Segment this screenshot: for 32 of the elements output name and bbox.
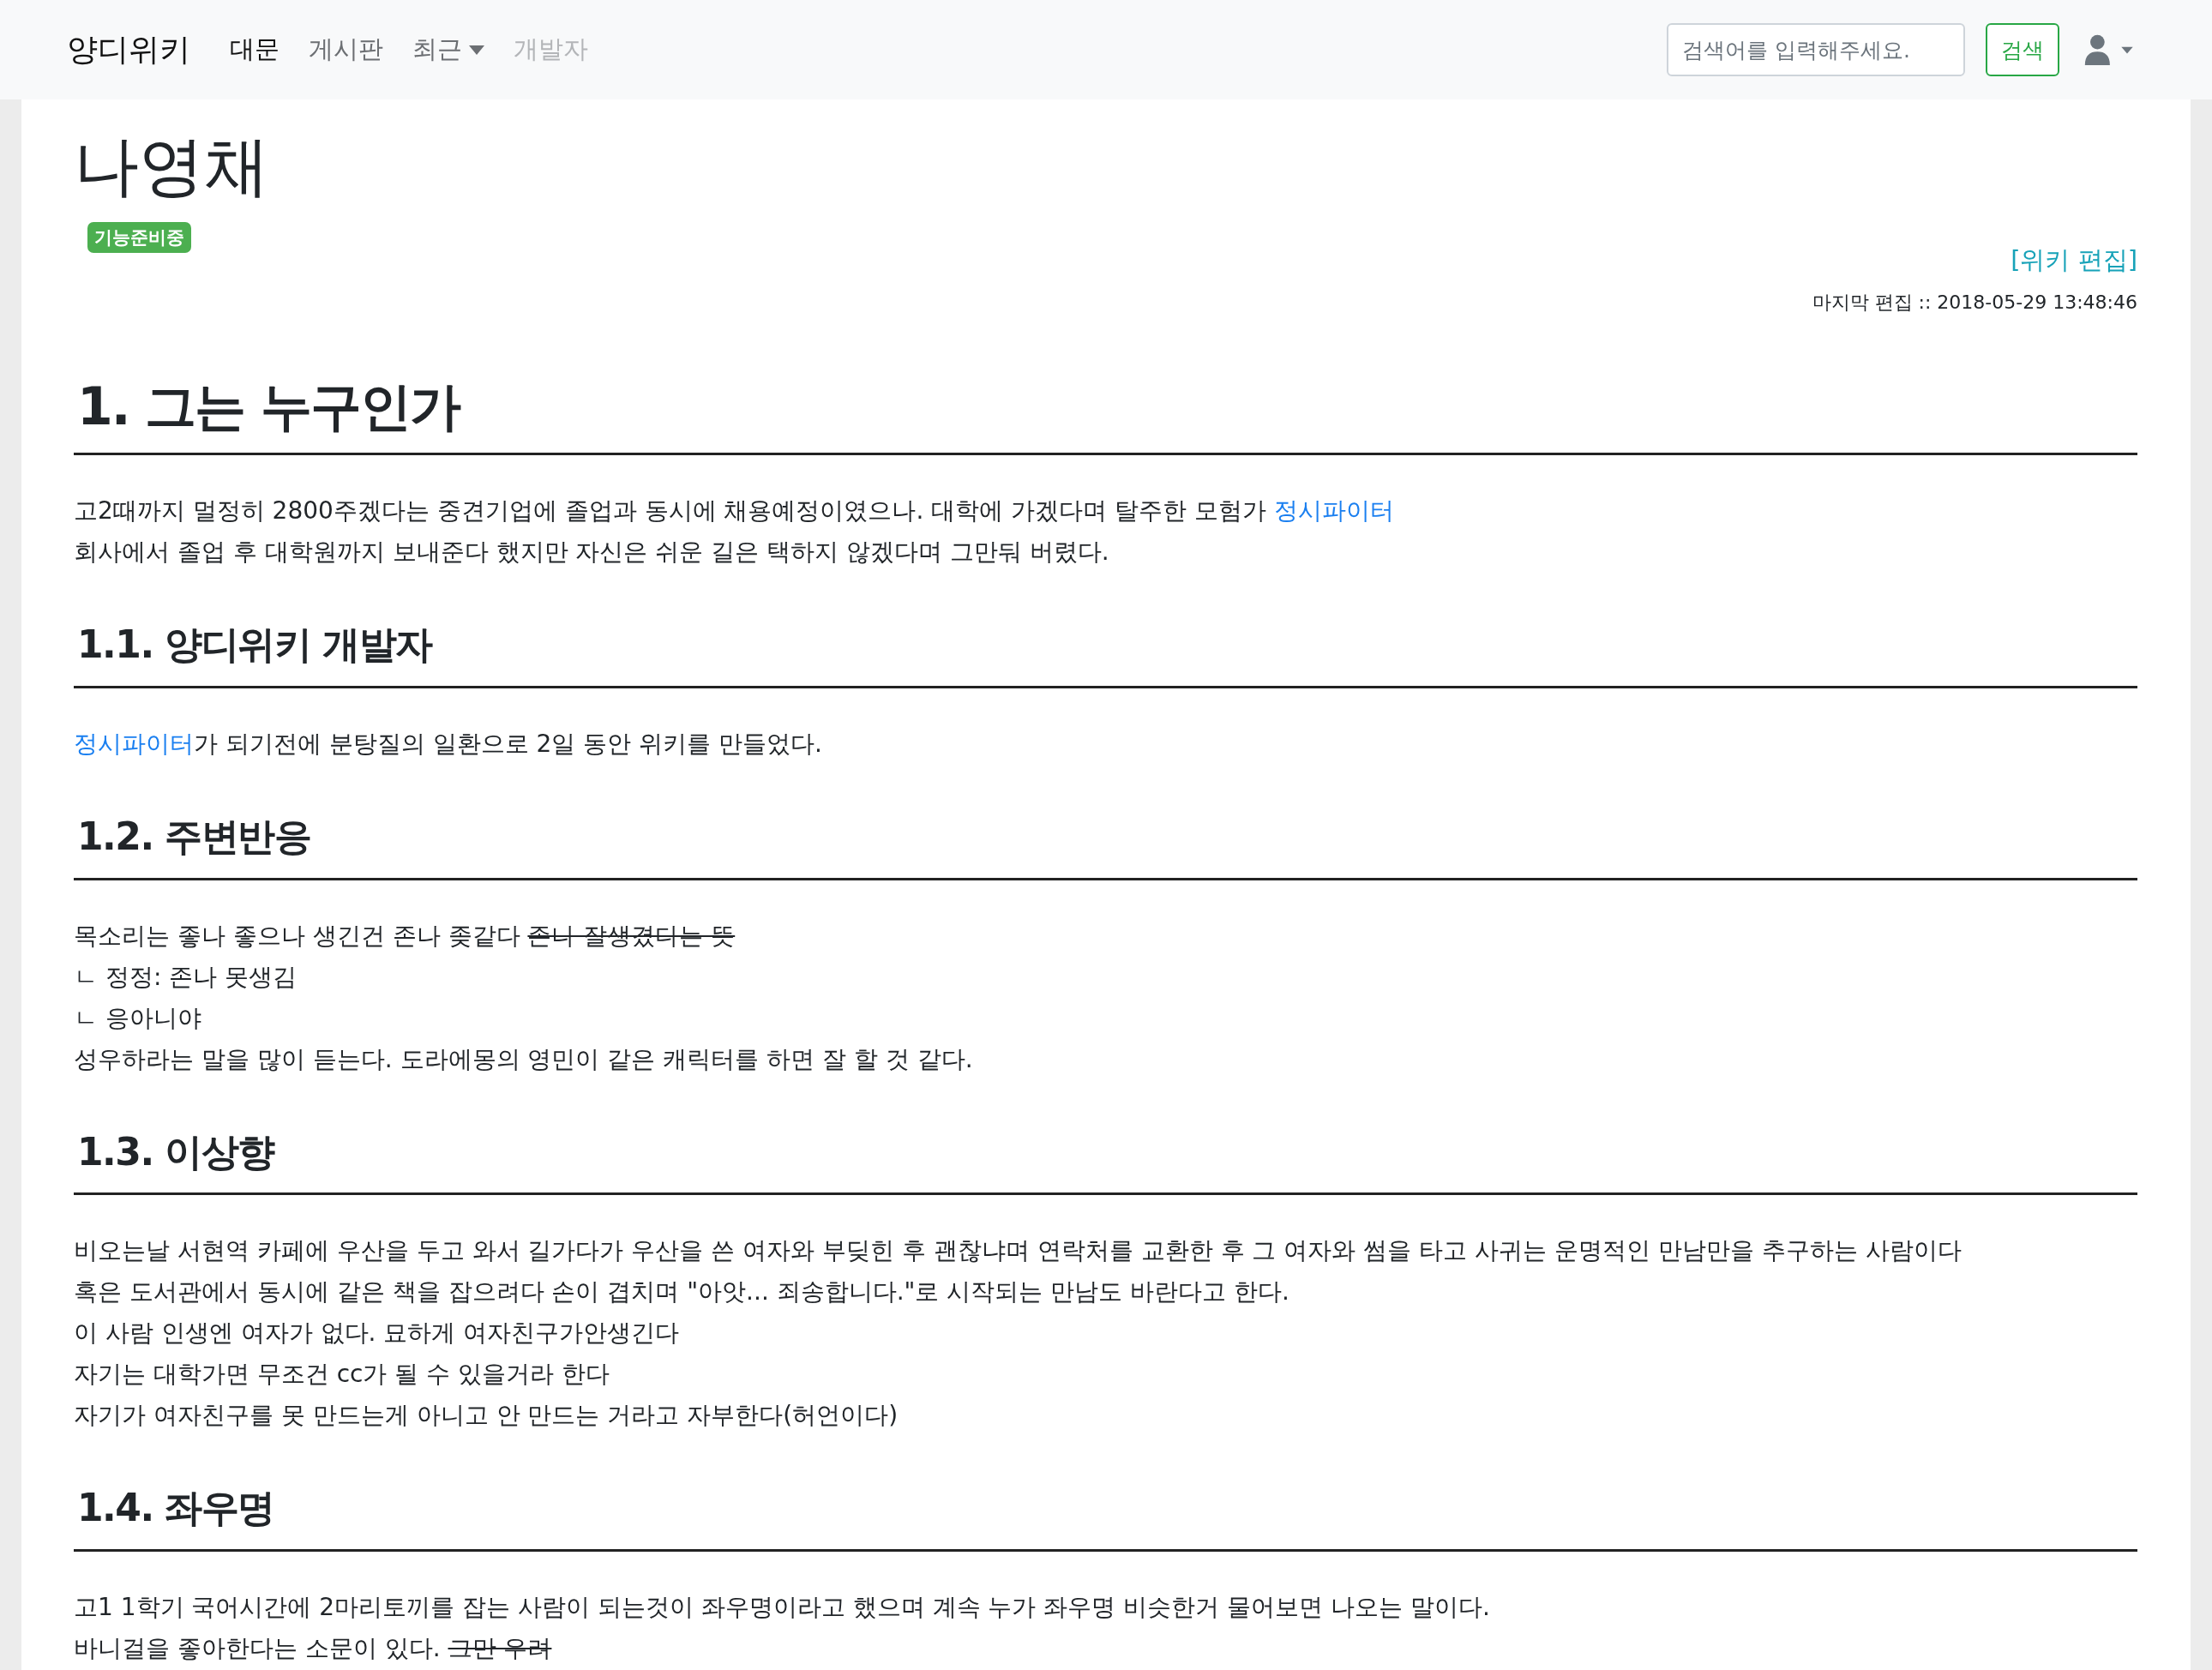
- paragraph-line: 이 사람 인생엔 여자가 없다. 묘하게 여자친구가안생긴다: [74, 1318, 681, 1349]
- subsection-heading: 1.2. 주변반응: [74, 814, 2137, 880]
- wiki-link[interactable]: 정시파이터: [1273, 496, 1394, 525]
- paragraph-line: 성우하라는 말을 많이 듣는다. 도라에몽의 영민이 같은 캐릭터를 하면 잘 할 것 같다.: [74, 1043, 974, 1075]
- caret-icon: [469, 45, 484, 55]
- paragraph-line: 혹은 도서관에서 동시에 같은 책을 잡으려다 손이 겹치며 "아앗... 죄송합니다."로 시작되는 만남도 바란다고 한다.: [74, 1277, 1290, 1308]
- search-button[interactable]: 검색: [1986, 23, 2059, 76]
- section-heading: 1. 그는 누구인가: [74, 375, 2137, 455]
- paragraph-line: 비오는날 서현역 카페에 우산을 두고 와서 길가다가 우산을 쓴 여자와 부딪힌 후 괜찮냐며 연락처를 교환한 후 그 여자와 썸을 타고 사귀는 운명적인 만남만을 추구하는 사람이다: [74, 1235, 1963, 1267]
- paragraph-line: 자기는 대학가면 무조건 cc가 될 수 있을거라 한다: [74, 1359, 611, 1391]
- paragraph-line: 고2때까지 멀정히 2800주겠다는 중견기업에 졸업과 동시에 채용예정이였으나. 대학에 가겠다며 탈주한 모험가 정시파이터: [74, 496, 1395, 526]
- subsection-heading: 1.4. 좌우명: [74, 1486, 2137, 1553]
- nav-link[interactable]: 게시판: [309, 33, 383, 67]
- nav-link[interactable]: 최근: [412, 33, 484, 67]
- wiki-link[interactable]: 정시파이터: [74, 729, 194, 758]
- paragraph-line: ㄴ 응아니야: [74, 1002, 202, 1034]
- paragraph-line: 회사에서 졸업 후 대학원까지 보내준다 했지만 자신은 쉬운 길은 택하지 않겠다며 그만둬 버렸다.: [74, 537, 1110, 568]
- subsection-heading: 1.3. 이상향: [74, 1129, 2137, 1196]
- paragraph-line: 바니걸을 좋아한다는 소문이 있다. 그만 우려: [74, 1633, 553, 1665]
- paragraph-line: 목소리는 좋나 좋으나 생긴건 존나 좆같다 존나 잘생겼다는 뜻: [74, 920, 736, 952]
- paragraph-line: 정시파이터 가 되기전에 분탕질의 일환으로 2일 동안 위키를 만들었다.: [74, 728, 824, 760]
- paragraph-line: ㄴ 정정: 존나 못생김: [74, 961, 298, 993]
- paragraph-line: 고1 1학기 국어시간에 2마리토끼를 잡는 사람이 되는것이 좌우명이라고 했으며 계속 누가 좌우명 비슷한거 물어보면 나오는 말이다.: [74, 1592, 1491, 1624]
- status-badge: 기능준비중: [87, 222, 191, 253]
- wiki-edit-link[interactable]: [위키 편집]: [2011, 243, 2137, 278]
- last-edit-text: 마지막 편집 :: 2018-05-29 13:48:46: [1812, 291, 2137, 315]
- nav-link[interactable]: 대문: [230, 33, 280, 67]
- paragraph-line: 자기가 여자친구를 못 만드는게 아니고 안 만드는 거라고 자부한다(허언이다): [74, 1400, 899, 1432]
- page-title: 나영채: [74, 127, 269, 206]
- site-logo[interactable]: 양디위키: [67, 28, 190, 71]
- subsection-heading: 1.1. 양디위키 개발자: [74, 622, 2137, 688]
- search-field[interactable]: 검색어를 입력해주세요.: [1667, 23, 1965, 76]
